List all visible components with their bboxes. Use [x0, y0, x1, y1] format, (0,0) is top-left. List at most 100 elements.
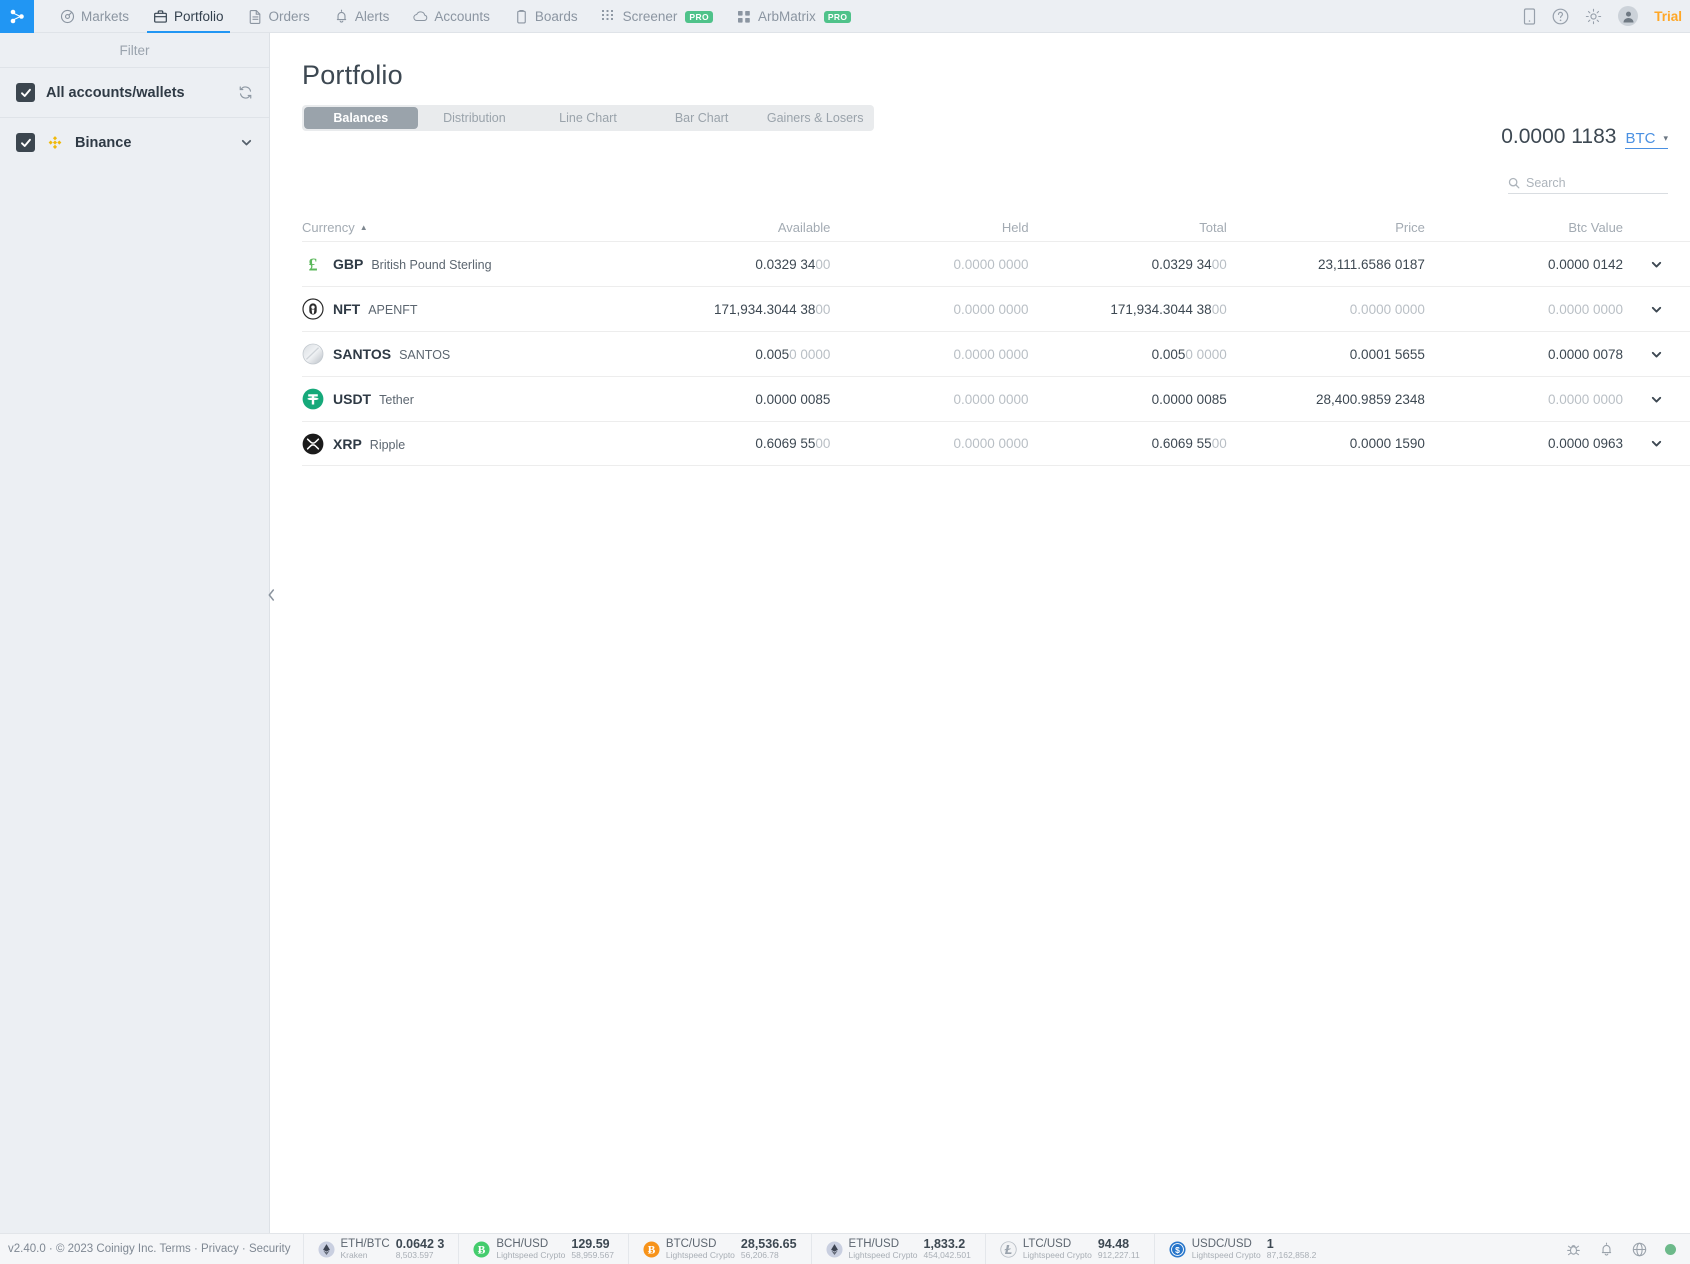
tab-balances[interactable]: Balances [304, 107, 418, 129]
currency-symbol: GBP [333, 256, 364, 272]
chevron-down-icon[interactable] [240, 136, 253, 149]
nav-item-arbmatrix[interactable]: ArbMatrix PRO [725, 0, 863, 33]
globe-icon[interactable] [1632, 1242, 1647, 1257]
ticker-exchange: Kraken [340, 1249, 368, 1260]
account-status-badge[interactable]: Trial [1654, 9, 1682, 24]
status-bar-right-icons [1566, 1242, 1690, 1257]
coinigy-logo-icon[interactable] [0, 0, 34, 33]
search-icon [1508, 177, 1520, 189]
all-accounts-checkbox[interactable] [16, 83, 35, 102]
cell-btc-value: 0.0000 0078 [1547, 346, 1624, 362]
ticker-eth-btc[interactable]: ETH/BTC Kraken 0.0642 3 8,503.597 [302, 1233, 459, 1264]
cell-total: 0.0000 0085 [1151, 391, 1227, 407]
clipboard-icon [514, 9, 529, 24]
sort-ascending-icon: ▲ [359, 223, 368, 232]
bug-icon[interactable] [1566, 1242, 1581, 1257]
nav-item-markets[interactable]: Markets [48, 0, 141, 33]
filter-all-accounts-row[interactable]: All accounts/wallets [0, 67, 269, 117]
footer-copyright: v2.40.0 · © 2023 Coinigy Inc. Terms · Pr… [8, 1243, 291, 1255]
search-box[interactable] [1508, 176, 1668, 194]
bell-icon[interactable] [1599, 1242, 1614, 1257]
ticker-pair: ETH/USD [848, 1237, 900, 1250]
footer-link-terms[interactable]: Terms [159, 1243, 190, 1255]
binance-label: Binance [75, 134, 132, 151]
ticker-pair: BTC/USD [665, 1237, 717, 1250]
ripple-icon [302, 433, 324, 455]
ticker-btc-usd[interactable]: Ƀ BTC/USD Lightspeed Crypto 28,536.65 56,206… [627, 1233, 811, 1264]
tab-distribution[interactable]: Distribution [418, 107, 532, 129]
ticker-bch-usd[interactable]: Ƀ BCH/USD Lightspeed Crypto 129.59 58,959.56… [458, 1233, 628, 1264]
footer-separator: · [190, 1243, 202, 1255]
ticker-exchange: Lightspeed Crypto [665, 1249, 735, 1260]
total-balance-value: 0.0000 1183 [1501, 125, 1617, 148]
ticker-price: 0.0642 3 [395, 1236, 445, 1251]
cell-btc-value: 0.0000 0963 [1547, 436, 1624, 451]
table-row[interactable]: SANTOS SANTOS 0.0050 0000 0.0000 0000 0.0050… [302, 331, 1690, 376]
nav-item-alerts[interactable]: Alerts [322, 0, 402, 33]
ticker-ltc-usd[interactable]: LTC/USD Lightspeed Crypto 94.48 912,227.11 [984, 1233, 1154, 1264]
ticker-exchange: Lightspeed Crypto [848, 1249, 918, 1260]
row-expand-chevron-down-icon[interactable] [1623, 393, 1690, 406]
column-header-btc-value[interactable]: Btc Value [1425, 220, 1623, 235]
column-header-available[interactable]: Available [632, 220, 831, 235]
table-header-row: Currency ▲ Available Held Total Price Bt… [302, 209, 1690, 241]
avatar[interactable] [1618, 6, 1639, 26]
nav-item-label: Portfolio [174, 9, 224, 24]
search-input[interactable] [1526, 176, 1668, 190]
nav-item-orders[interactable]: Orders [236, 0, 322, 33]
ticker-price: 1 [1266, 1236, 1274, 1251]
column-header-currency[interactable]: Currency ▲ [302, 220, 632, 235]
ticker-volume: 58,959.567 [571, 1250, 614, 1261]
binance-checkbox[interactable] [16, 133, 35, 152]
cell-available: 171,934.3044 3800 [714, 301, 831, 317]
tab-bar-chart[interactable]: Bar Chart [645, 107, 759, 129]
currency-symbol: SANTOS [333, 346, 392, 362]
usdc-icon: $ [1169, 1240, 1186, 1258]
cell-currency: USDT Tether [302, 388, 632, 410]
filter-exchange-binance-row[interactable]: Binance [0, 117, 269, 167]
currency-symbol: USDT [333, 391, 372, 407]
ticker-price: 28,536.65 [740, 1236, 797, 1251]
briefcase-icon [153, 9, 168, 24]
row-expand-chevron-down-icon[interactable] [1623, 437, 1690, 450]
page-title: Portfolio [302, 60, 403, 90]
ticker-usdc-usd[interactable]: $ USDC/USD Lightspeed Crypto 1 87,162,858.2 [1153, 1233, 1331, 1264]
cell-available: 0.0000 0085 [755, 391, 831, 407]
table-row[interactable]: NFT APENFT 171,934.3044 3800 0.0000 0000 171… [302, 286, 1690, 331]
footer-link-security[interactable]: Security [249, 1243, 291, 1255]
nav-item-boards[interactable]: Boards [502, 0, 590, 33]
sidebar-collapse-handle[interactable] [266, 584, 276, 606]
table-row[interactable]: XRP Ripple 0.6069 5500 0.0000 0000 0.6069 55… [302, 421, 1690, 466]
balance-currency-selector[interactable]: BTC ▾ [1625, 130, 1668, 149]
currency-name: Ripple [369, 437, 406, 452]
tab-gainers-losers[interactable]: Gainers & Losers [758, 107, 872, 129]
footer-link-privacy[interactable]: Privacy [201, 1243, 239, 1255]
table-row[interactable]: USDT Tether 0.0000 0085 0.0000 0000 0.0000 0… [302, 376, 1690, 421]
santos-icon [302, 343, 324, 365]
column-header-held[interactable]: Held [830, 220, 1029, 235]
cell-held: 0.0000 0000 [953, 346, 1029, 362]
nav-item-accounts[interactable]: Accounts [401, 0, 502, 33]
cell-held: 0.0000 0000 [953, 256, 1029, 272]
mobile-icon[interactable] [1523, 7, 1536, 25]
gear-icon[interactable] [1585, 8, 1602, 25]
filter-sidebar: Filter All accounts/wallets Binance [0, 33, 270, 1233]
row-expand-chevron-down-icon[interactable] [1623, 258, 1690, 271]
column-header-total[interactable]: Total [1029, 220, 1226, 235]
ticker-price: 129.59 [571, 1236, 610, 1251]
table-row[interactable]: £ GBP British Pound Sterling 0.0329 3400 0.0… [302, 241, 1690, 286]
portfolio-view-tabs: Balances Distribution Line Chart Bar Chart G… [302, 105, 874, 131]
column-header-price[interactable]: Price [1227, 220, 1425, 235]
nav-item-portfolio[interactable]: Portfolio [141, 0, 236, 33]
nav-item-screener[interactable]: Screener PRO [590, 0, 725, 33]
ticker-eth-usd[interactable]: ETH/USD Lightspeed Crypto 1,833.2 454,042.5… [810, 1233, 985, 1264]
help-icon[interactable] [1552, 8, 1569, 25]
tab-line-chart[interactable]: Line Chart [531, 107, 645, 129]
status-online-dot [1665, 1243, 1676, 1255]
ticker-pair: USDC/USD [1191, 1237, 1252, 1250]
squares-icon [737, 9, 752, 24]
refresh-icon[interactable] [238, 85, 253, 100]
eth-icon [317, 1240, 335, 1258]
row-expand-chevron-down-icon[interactable] [1623, 348, 1690, 361]
row-expand-chevron-down-icon[interactable] [1623, 303, 1690, 316]
